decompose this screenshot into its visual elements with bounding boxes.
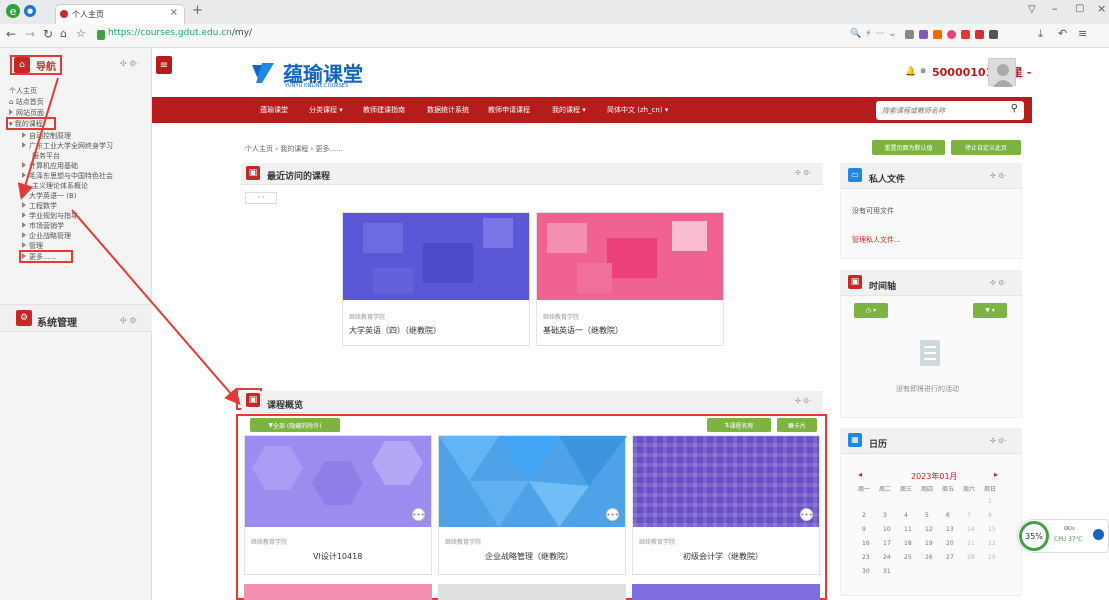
arrow-nav-to-more bbox=[17, 77, 59, 200]
annotation-arrows bbox=[17, 77, 241, 406]
arrow-more-to-overview bbox=[71, 209, 241, 406]
